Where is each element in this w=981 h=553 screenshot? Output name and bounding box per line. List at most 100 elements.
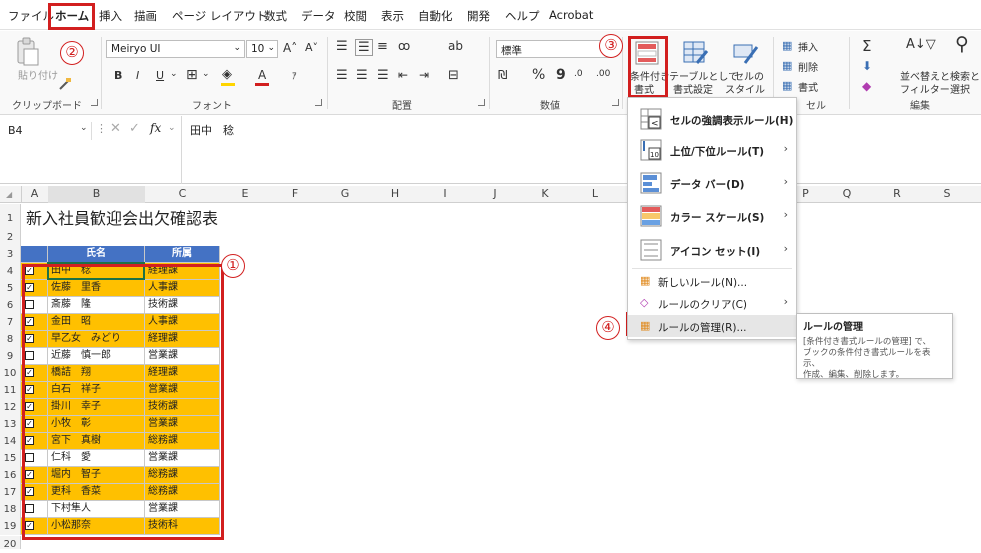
orientation-icon[interactable]: ꝏ [398,39,410,53]
row-header[interactable]: 18 [0,501,21,518]
row-header[interactable]: 9 [0,348,21,365]
row-header[interactable]: 5 [0,280,21,297]
phonetic-icon[interactable]: ｱ [292,69,297,82]
delete-cells-label[interactable]: 削除 [798,59,818,74]
merge-center-icon[interactable]: ⊟ [448,68,459,83]
cell-styles-icon[interactable] [733,41,759,65]
sheet-title[interactable]: 新入社員歓迎会出欠確認表 [26,205,218,229]
formula-content[interactable]: 田中 稔 [190,122,234,138]
row-header[interactable]: 1 [0,204,21,229]
menu-item-top-bottom-rules[interactable]: 10 上位/下位ルール(T) › [628,136,796,166]
clipboard-launcher-icon[interactable] [91,99,98,106]
align-launcher-icon[interactable] [478,99,485,106]
row-header[interactable]: 14 [0,433,21,450]
menu-formulas[interactable]: 数式 [264,8,287,24]
format-cells-label[interactable]: 書式 [798,79,818,94]
select-all-icon[interactable]: ◢ [6,190,12,199]
menu-developer[interactable]: 開発 [467,8,490,24]
col-header-K[interactable]: K [520,187,570,200]
font-color-icon[interactable]: A [258,68,266,82]
menu-review[interactable]: 校閲 [344,8,367,24]
col-header-H[interactable]: H [370,187,420,200]
sort-filter-icon[interactable]: A↓▽ [906,37,936,52]
menu-item-manage-rules[interactable]: ▦ ルールの管理(R)... [628,315,796,337]
formula-menu-icon[interactable]: ⋮ [96,122,107,135]
underline-dropdown-icon[interactable]: ⌄ [170,69,178,79]
menu-item-color-scales[interactable]: カラー スケール(S) › [628,202,796,232]
menu-draw[interactable]: 描画 [134,8,157,24]
wrap-text-icon[interactable]: ab [448,39,463,53]
row-header[interactable]: 6 [0,297,21,314]
fill-icon[interactable]: ⬇ [862,59,872,73]
percent-button[interactable]: % [532,67,545,83]
comma-button[interactable]: 9 [556,67,566,83]
fill-color-icon[interactable]: ◈ [222,67,232,82]
decrease-decimal-icon[interactable]: .00 [596,69,610,79]
find-select-icon[interactable]: ⚲ [955,33,969,55]
align-right-icon[interactable]: ☰ [377,68,389,83]
decrease-indent-icon[interactable]: ⇤ [398,68,408,82]
col-header-L[interactable]: L [570,187,620,200]
paste-icon[interactable] [14,37,40,67]
name-box-dropdown-icon[interactable]: ⌄ [80,123,88,133]
row-header[interactable]: 19 [0,518,21,535]
row-header[interactable]: 16 [0,467,21,484]
col-header-P[interactable]: P [798,187,813,200]
menu-item-highlight-rules[interactable]: < セルの強調表示ルール(H) › [628,105,796,135]
decrease-font-icon[interactable]: A˅ [305,41,318,54]
row-header[interactable]: 2 [0,229,21,246]
increase-indent-icon[interactable]: ⇥ [419,68,429,82]
menu-help[interactable]: ヘルプ [505,8,540,24]
col-header-S[interactable]: S [922,187,972,200]
menu-automate[interactable]: 自動化 [418,8,453,24]
menu-item-data-bars[interactable]: データ バー(D) › [628,169,796,199]
row-header[interactable]: 17 [0,484,21,501]
col-header-B[interactable]: B [48,187,145,200]
col-header-I[interactable]: I [420,187,470,200]
menu-item-new-rule[interactable]: ▦ 新しいルール(N)... [628,272,796,292]
function-button[interactable]: fx [150,121,161,135]
menu-item-clear-rules[interactable]: ◇ ルールのクリア(C) › [628,294,796,314]
col-header-G[interactable]: G [320,187,370,200]
col-header-F[interactable]: F [270,187,320,200]
insert-cells-label[interactable]: 挿入 [798,39,818,54]
col-header-E[interactable]: E [220,187,270,200]
underline-button[interactable]: U [156,69,164,82]
header-cell-dept[interactable]: 所属 [145,246,220,263]
align-middle-icon[interactable]: ☰ [355,39,373,56]
italic-button[interactable]: I [136,69,139,82]
row-header[interactable]: 13 [0,416,21,433]
font-name-select[interactable]: Meiryo UI ⌄ [106,40,245,58]
row-header[interactable]: 8 [0,331,21,348]
name-box[interactable]: B4 [4,122,92,140]
number-format-select[interactable]: 標準 [496,40,612,58]
menu-insert[interactable]: 挿入 [99,8,122,24]
col-header-R[interactable]: R [872,187,922,200]
row-header[interactable]: 10 [0,365,21,382]
font-launcher-icon[interactable] [315,99,322,106]
header-cell-name[interactable]: 氏名 [48,246,145,263]
cancel-icon[interactable]: ✕ [110,121,121,136]
menu-view[interactable]: 表示 [381,8,404,24]
align-top-icon[interactable]: ☰ [336,39,348,54]
enter-icon[interactable]: ✓ [129,121,140,136]
borders-dropdown-icon[interactable]: ⌄ [202,69,210,79]
col-header-C[interactable]: C [145,187,220,200]
format-painter-icon[interactable] [58,77,72,91]
bold-button[interactable]: B [114,69,122,82]
format-as-table-icon[interactable] [683,41,709,65]
col-header-Q[interactable]: Q [822,187,872,200]
insert-cells-icon[interactable]: ▦ [782,39,792,52]
borders-icon[interactable]: ⊞ [186,67,198,83]
menu-item-icon-sets[interactable]: アイコン セット(I) › [628,236,796,266]
row-header[interactable]: 15 [0,450,21,467]
font-size-select[interactable]: 10 ⌄ [246,40,278,58]
currency-icon[interactable]: ₪ [498,68,507,82]
row-header[interactable]: 3 [0,246,21,263]
row-header[interactable]: 4 [0,263,21,280]
number-launcher-icon[interactable] [612,99,619,106]
align-left-icon[interactable]: ☰ [336,68,348,83]
row-header[interactable]: 7 [0,314,21,331]
delete-cells-icon[interactable]: ▦ [782,59,792,72]
col-header-A[interactable]: A [21,187,48,200]
